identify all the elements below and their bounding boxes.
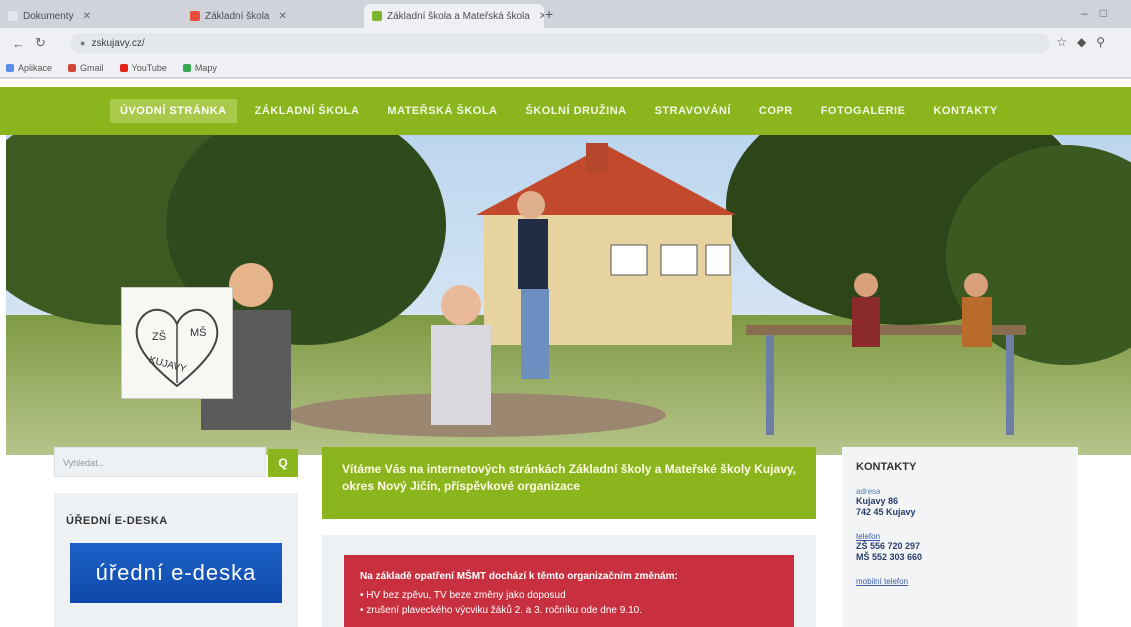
phone-label[interactable]: telefon xyxy=(856,532,1064,541)
close-tab-icon[interactable]: ✕ xyxy=(83,11,91,22)
main-menu: ÚVODNÍ STRÁNKA ZÁKLADNÍ ŠKOLA MATEŘSKÁ Š… xyxy=(0,87,1131,135)
lock-icon: ● xyxy=(80,38,86,48)
browser-extension-icons[interactable]: ☆◆⚲ xyxy=(1056,35,1115,49)
notice-heading: Na základě opatření MŠMT dochází k těmto… xyxy=(360,571,678,582)
browser-tab[interactable]: Základní škola ✕ xyxy=(182,4,362,28)
reload-icon[interactable]: ↻ xyxy=(35,35,46,51)
tab-label: Základní škola xyxy=(205,10,270,22)
menu-item-materska-skola[interactable]: MATEŘSKÁ ŠKOLA xyxy=(377,99,507,123)
phone-ms[interactable]: MŠ 552 303 660 xyxy=(856,552,1064,563)
logo-zs-text: ZŠ xyxy=(152,330,166,343)
logo-ms-text: MŠ xyxy=(190,326,207,339)
address-label: adresa xyxy=(856,487,881,496)
url-text: zskujavy.cz/ xyxy=(91,37,145,49)
back-arrow-icon[interactable]: ← xyxy=(12,36,25,51)
address-bar-row: ← ↻ ● zskujavy.cz/ ☆◆⚲ xyxy=(0,28,1131,58)
bookmarks-bar: Aplikace Gmail YouTube Mapy xyxy=(0,58,1131,78)
search-button[interactable]: Q xyxy=(268,449,298,477)
bookmark-item[interactable]: YouTube xyxy=(119,62,167,73)
edeska-title: ÚŘEDNÍ E-DESKA xyxy=(66,515,168,527)
phone-zs[interactable]: ZŠ 556 720 297 xyxy=(856,541,1064,552)
tab-favicon-icon xyxy=(8,11,18,21)
notice-line: • zrušení plaveckého výcviku žáků 2. a 3… xyxy=(360,605,642,616)
window-controls[interactable]: –□ xyxy=(1081,6,1119,20)
contacts-panel: KONTAKTY adresa Kujavy 86 742 45 Kujavy … xyxy=(842,447,1078,627)
menu-item-kontakty[interactable]: KONTAKTY xyxy=(923,99,1007,123)
content-area: Vyhledat... Q ÚŘEDNÍ E-DESKA úřední e-de… xyxy=(0,435,1131,627)
notice-box: Na základě opatření MŠMT dochází k těmto… xyxy=(344,555,794,627)
school-logo[interactable]: ZŠ MŠ KUJAVY xyxy=(121,287,233,399)
hero-photo: ZŠ MŠ KUJAVY xyxy=(6,135,1131,455)
heart-logo-icon: ZŠ MŠ KUJAVY xyxy=(135,309,219,388)
tab-label: Základní škola a Mateřská škola xyxy=(387,10,530,22)
bookmark-label: Aplikace xyxy=(18,62,53,73)
browser-tab[interactable]: Dokumenty ✕ xyxy=(0,4,180,28)
edeska-button[interactable]: úřední e-deska xyxy=(70,543,282,603)
contacts-title: KONTAKTY xyxy=(856,461,917,473)
url-input[interactable]: ● zskujavy.cz/ xyxy=(70,33,1050,53)
menu-item-stravovani[interactable]: STRAVOVÁNÍ xyxy=(645,99,741,123)
browser-tab-active[interactable]: Základní škola a Mateřská škola ✕ xyxy=(364,4,544,28)
new-tab-button[interactable]: + xyxy=(545,6,553,22)
edeska-panel: ÚŘEDNÍ E-DESKA úřední e-deska xyxy=(54,493,298,627)
mobile-label[interactable]: mobilní telefon xyxy=(856,577,1064,586)
menu-item-zakladni-skola[interactable]: ZÁKLADNÍ ŠKOLA xyxy=(245,99,370,123)
tab-favicon-icon xyxy=(190,11,200,21)
bookmark-label: Mapy xyxy=(194,62,217,73)
menu-item-home[interactable]: ÚVODNÍ STRÁNKA xyxy=(110,99,237,123)
notice-line: • HV bez zpěvu, TV beze změny jako dopos… xyxy=(360,590,566,601)
web-page: ÚVODNÍ STRÁNKA ZÁKLADNÍ ŠKOLA MATEŘSKÁ Š… xyxy=(0,79,1131,627)
logo-kujavy-text: KUJAVY xyxy=(148,355,188,376)
close-tab-icon[interactable]: ✕ xyxy=(278,11,286,22)
bookmark-item[interactable]: Aplikace xyxy=(6,63,52,73)
menu-item-skolni-druzina[interactable]: ŠKOLNÍ DRUŽINA xyxy=(515,99,636,123)
maps-icon xyxy=(182,63,191,72)
close-tab-icon[interactable]: ✕ xyxy=(539,11,544,22)
tab-favicon-icon xyxy=(372,11,382,21)
bookmark-label: Gmail xyxy=(80,62,104,73)
menu-item-copr[interactable]: COPR xyxy=(749,99,803,123)
bookmark-item[interactable]: Mapy xyxy=(182,62,217,73)
welcome-banner: Vítáme Vás na internetových stránkách Zá… xyxy=(322,447,816,519)
menu-item-fotogalerie[interactable]: FOTOGALERIE xyxy=(811,99,916,123)
bookmark-item[interactable]: Gmail xyxy=(68,63,104,73)
browser-tab-bar: Dokumenty ✕ Základní škola ✕ Základní šk… xyxy=(0,0,1131,28)
search-input[interactable]: Vyhledat... xyxy=(54,447,266,477)
address-line: 742 45 Kujavy xyxy=(856,507,916,517)
address-line: Kujavy 86 xyxy=(856,496,899,506)
gmail-icon xyxy=(68,63,77,72)
tab-label: Dokumenty xyxy=(23,10,74,22)
apps-icon xyxy=(6,63,14,72)
youtube-icon xyxy=(119,63,128,72)
notice-panel: Na základě opatření MŠMT dochází k těmto… xyxy=(322,535,816,627)
bookmark-label: YouTube xyxy=(131,62,167,73)
